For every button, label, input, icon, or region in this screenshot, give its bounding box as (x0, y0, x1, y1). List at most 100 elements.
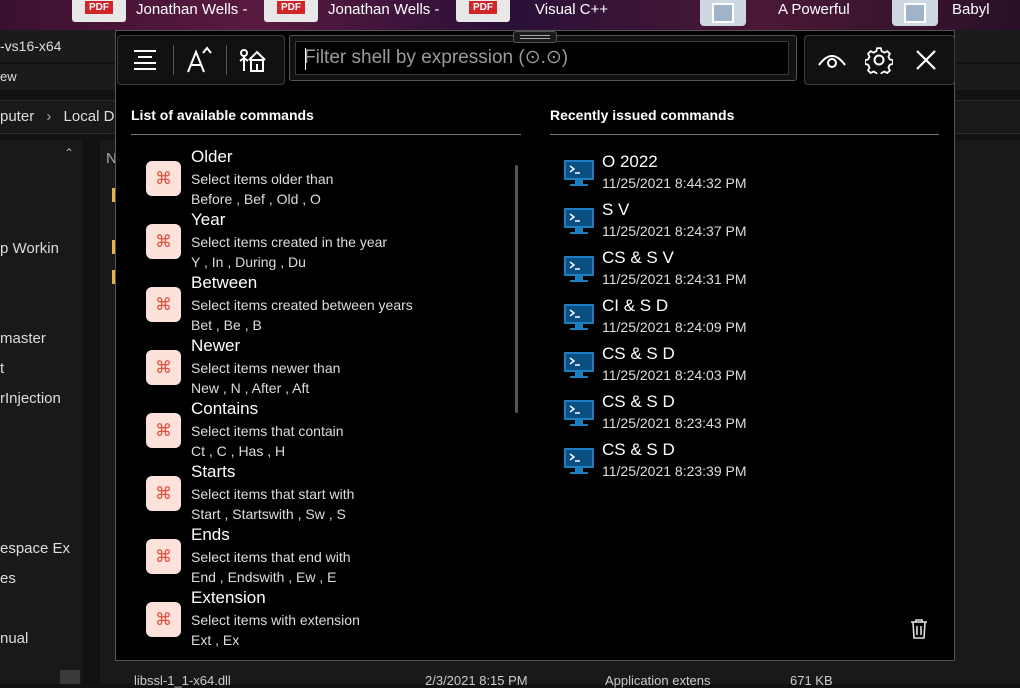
command-name: Year (191, 210, 226, 229)
pdf-icon: PDF (456, 0, 510, 22)
command-aliases: Bet , Be , B (191, 317, 262, 333)
sidebar-item[interactable]: espace Ex (0, 540, 70, 557)
command-description: Select items created in the year (191, 234, 388, 250)
recent-command-item[interactable]: CS & S D 11/25/2021 8:23:43 PM (563, 392, 863, 437)
menu-lines-icon[interactable] (122, 36, 168, 84)
sidebar-scrollbar[interactable] (60, 670, 80, 684)
command-name: Extension (191, 588, 266, 607)
recent-command-time: 11/25/2021 8:44:32 PM (602, 175, 747, 191)
sidebar-item[interactable]: es (0, 570, 16, 587)
command-aliases: Before , Bef , Old , O (191, 191, 321, 207)
command-description: Select items that start with (191, 486, 355, 502)
text-caret (305, 48, 306, 70)
recent-command-name: CS & S D (602, 440, 675, 459)
command-item[interactable]: ⌘ Older Select items older than Before ,… (146, 147, 506, 212)
command-description: Select items newer than (191, 360, 341, 376)
filter-input[interactable] (295, 41, 789, 75)
taskbar-thumb-label: Jonathan Wells - (136, 1, 248, 18)
command-aliases: Ext , Ex (191, 632, 240, 648)
taskbar-thumb[interactable]: PDF Jonathan Wells - (72, 0, 247, 30)
taskbar-thumb[interactable]: Babyl (892, 0, 990, 30)
commands-scrollbar[interactable] (515, 165, 518, 413)
taskbar-thumb-label: Visual C++ (535, 1, 609, 18)
terminal-icon (564, 160, 594, 186)
file-name: libssl-1_1-x64.dll (134, 673, 231, 688)
recent-command-item[interactable]: CI & S D 11/25/2021 8:24:09 PM (563, 296, 863, 341)
command-aliases: Y , In , During , Du (191, 254, 306, 270)
home-people-icon[interactable] (229, 36, 275, 84)
recent-command-name: S V (602, 200, 630, 219)
taskbar-thumb-label: A Powerful (778, 1, 850, 18)
close-icon[interactable] (903, 36, 949, 84)
command-name: Older (191, 147, 233, 166)
command-name: Ends (191, 525, 230, 544)
chevron-right-icon: › (46, 108, 52, 125)
recent-command-name: CS & S D (602, 392, 675, 411)
command-description: Select items older than (191, 171, 334, 187)
command-key-icon: ⌘ (146, 602, 181, 637)
eye-icon[interactable] (809, 36, 855, 84)
terminal-icon (564, 304, 594, 330)
command-item[interactable]: ⌘ Starts Select items that start with St… (146, 462, 506, 527)
command-name: Contains (191, 399, 259, 418)
divider (131, 134, 521, 135)
toolbar-right-group (804, 35, 955, 85)
command-item[interactable]: ⌘ Year Select items created in the year … (146, 210, 506, 275)
recent-command-item[interactable]: CS & S D 11/25/2021 8:24:03 PM (563, 344, 863, 389)
sidebar-item[interactable]: nual (0, 630, 28, 647)
divider (550, 134, 939, 135)
recent-title: Recently issued commands (550, 107, 735, 123)
terminal-icon (564, 208, 594, 234)
recent-command-time: 11/25/2021 8:24:09 PM (602, 319, 747, 335)
command-description: Select items created between years (191, 297, 413, 313)
drag-handle[interactable] (513, 31, 557, 43)
sidebar-item[interactable]: master (0, 330, 46, 347)
command-aliases: Start , Startswith , Sw , S (191, 506, 346, 522)
image-icon (892, 0, 938, 26)
command-key-icon: ⌘ (146, 476, 181, 511)
command-item[interactable]: ⌘ Between Select items created between y… (146, 273, 506, 338)
recent-command-item[interactable]: CS & S V 11/25/2021 8:24:31 PM (563, 248, 863, 293)
command-item[interactable]: ⌘ Ends Select items that end with End , … (146, 525, 506, 590)
taskbar-thumb[interactable]: A Powerful (700, 0, 850, 30)
recent-command-time: 11/25/2021 8:24:03 PM (602, 367, 747, 383)
sidebar-item[interactable]: t (0, 360, 4, 377)
command-key-icon: ⌘ (146, 350, 181, 385)
recent-command-time: 11/25/2021 8:23:43 PM (602, 415, 747, 431)
file-type: Application extens (605, 673, 711, 688)
recent-command-item[interactable]: CS & S D 11/25/2021 8:23:39 PM (563, 440, 863, 485)
command-aliases: Ct , C , Has , H (191, 443, 286, 459)
file-size: 671 KB (790, 673, 833, 688)
recent-command-name: CS & S V (602, 248, 674, 267)
command-key-icon: ⌘ (146, 161, 181, 196)
chevron-up-icon[interactable]: ⌃ (64, 146, 74, 160)
command-item[interactable]: ⌘ Extension Select items with extension … (146, 588, 506, 653)
command-aliases: End , Endswith , Ew , E (191, 569, 337, 585)
command-key-icon: ⌘ (146, 224, 181, 259)
command-key-icon: ⌘ (146, 287, 181, 322)
taskbar-thumb[interactable]: PDF Visual C++ (456, 0, 608, 30)
taskbar-thumb[interactable]: PDF Jonathan Wells - (264, 0, 439, 30)
trash-icon[interactable] (909, 618, 929, 640)
gear-icon[interactable] (856, 36, 902, 84)
command-item[interactable]: ⌘ Contains Select items that contain Ct … (146, 399, 506, 464)
sidebar-item[interactable]: p Workin (0, 240, 59, 257)
recent-command-time: 11/25/2021 8:24:37 PM (602, 223, 747, 239)
recent-command-item[interactable]: O 2022 11/25/2021 8:44:32 PM (563, 152, 863, 197)
toolbar-left-group (117, 35, 285, 85)
recent-command-time: 11/25/2021 8:24:31 PM (602, 271, 747, 287)
recent-command-name: O 2022 (602, 152, 658, 171)
command-item[interactable]: ⌘ Newer Select items newer than New , N … (146, 336, 506, 401)
font-size-icon[interactable] (176, 36, 222, 84)
recent-command-item[interactable]: S V 11/25/2021 8:24:37 PM (563, 200, 863, 245)
command-description: Select items that contain (191, 423, 344, 439)
sidebar-item[interactable]: rInjection (0, 390, 61, 407)
command-name: Starts (191, 462, 236, 481)
table-row[interactable]: libssl-1_1-x64.dll 2/3/2021 8:15 PM Applic… (110, 673, 833, 688)
explorer-sidebar (0, 140, 82, 684)
command-key-icon: ⌘ (146, 539, 181, 574)
taskbar-thumb-label: Jonathan Wells - (328, 1, 440, 18)
commands-title: List of available commands (131, 107, 314, 123)
terminal-icon (564, 352, 594, 378)
breadcrumb-item[interactable]: puter (0, 108, 34, 125)
